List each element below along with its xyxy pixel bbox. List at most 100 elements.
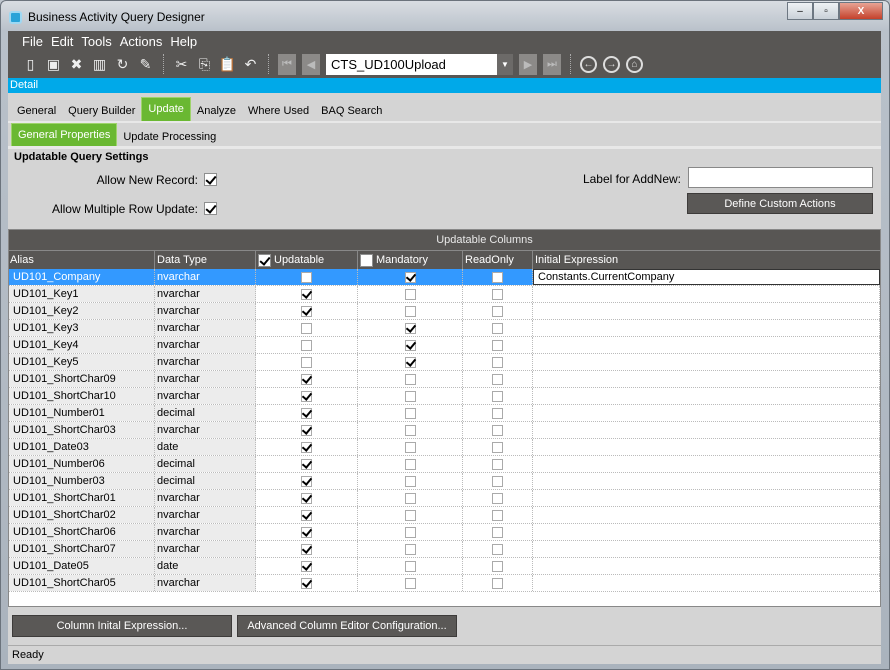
alias-cell[interactable]: UD101_ShortChar10 bbox=[9, 388, 155, 404]
updatable-cell[interactable] bbox=[256, 524, 358, 540]
close-button[interactable]: X bbox=[839, 2, 883, 20]
updatable-checkbox[interactable] bbox=[301, 271, 312, 283]
updatable-cell[interactable] bbox=[256, 456, 358, 472]
initial-expression-cell[interactable] bbox=[533, 439, 880, 455]
updatable-cell[interactable] bbox=[256, 371, 358, 387]
initial-expression-cell[interactable] bbox=[533, 524, 880, 540]
mandatory-checkbox[interactable] bbox=[404, 543, 416, 555]
updatable-cell[interactable] bbox=[256, 575, 358, 591]
alias-cell[interactable]: UD101_ShortChar02 bbox=[9, 507, 155, 523]
data-type-cell[interactable]: nvarchar bbox=[155, 507, 256, 523]
mandatory-cell[interactable] bbox=[358, 575, 463, 591]
updatable-checkbox[interactable] bbox=[301, 339, 312, 351]
updatable-checkbox[interactable] bbox=[301, 577, 312, 589]
mandatory-all-checkbox[interactable] bbox=[360, 253, 373, 267]
allow-new-record-checkbox[interactable] bbox=[204, 173, 217, 186]
mandatory-checkbox[interactable] bbox=[404, 305, 416, 317]
data-type-cell[interactable]: decimal bbox=[155, 473, 256, 489]
mandatory-cell[interactable] bbox=[358, 507, 463, 523]
data-type-cell[interactable]: nvarchar bbox=[155, 371, 256, 387]
updatable-cell[interactable] bbox=[256, 439, 358, 455]
mandatory-checkbox[interactable] bbox=[404, 424, 416, 436]
alias-cell[interactable]: UD101_ShortChar09 bbox=[9, 371, 155, 387]
data-type-cell[interactable]: nvarchar bbox=[155, 269, 256, 285]
updatable-cell[interactable] bbox=[256, 558, 358, 574]
readonly-checkbox[interactable] bbox=[492, 271, 503, 283]
mandatory-cell[interactable] bbox=[358, 388, 463, 404]
readonly-checkbox[interactable] bbox=[492, 441, 503, 453]
data-type-cell[interactable]: decimal bbox=[155, 405, 256, 421]
mandatory-checkbox[interactable] bbox=[404, 475, 416, 487]
data-type-cell[interactable]: nvarchar bbox=[155, 286, 256, 302]
updatable-cell[interactable] bbox=[256, 405, 358, 421]
updatable-cell[interactable] bbox=[256, 541, 358, 557]
alias-cell[interactable]: UD101_Company bbox=[9, 269, 155, 285]
mandatory-cell[interactable] bbox=[358, 269, 463, 285]
header-initial-expression[interactable]: Initial Expression bbox=[533, 251, 880, 269]
updatable-cell[interactable] bbox=[256, 269, 358, 285]
table-row[interactable]: UD101_ShortChar03 nvarchar bbox=[9, 422, 880, 439]
mandatory-checkbox[interactable] bbox=[404, 339, 416, 351]
initial-expression-cell[interactable] bbox=[533, 286, 880, 302]
mandatory-checkbox[interactable] bbox=[404, 390, 416, 402]
initial-expression-cell[interactable] bbox=[533, 405, 880, 421]
mandatory-cell[interactable] bbox=[358, 490, 463, 506]
updatable-cell[interactable] bbox=[256, 473, 358, 489]
mandatory-cell[interactable] bbox=[358, 354, 463, 370]
initial-expression-cell[interactable] bbox=[533, 490, 880, 506]
data-type-cell[interactable]: nvarchar bbox=[155, 575, 256, 591]
mandatory-checkbox[interactable] bbox=[404, 441, 416, 453]
readonly-checkbox[interactable] bbox=[492, 339, 503, 351]
table-row[interactable]: UD101_Company nvarchar Constants.CurrentCo… bbox=[9, 269, 880, 286]
tab-general-properties[interactable]: General Properties bbox=[11, 123, 118, 147]
readonly-checkbox[interactable] bbox=[492, 322, 503, 334]
readonly-checkbox[interactable] bbox=[492, 458, 503, 470]
alias-cell[interactable]: UD101_ShortChar01 bbox=[9, 490, 155, 506]
updatable-cell[interactable] bbox=[256, 507, 358, 523]
readonly-checkbox[interactable] bbox=[492, 288, 503, 300]
readonly-cell[interactable] bbox=[463, 422, 533, 438]
readonly-checkbox[interactable] bbox=[492, 543, 503, 555]
readonly-cell[interactable] bbox=[463, 524, 533, 540]
updatable-checkbox[interactable] bbox=[301, 526, 312, 538]
table-row[interactable]: UD101_Number03 decimal bbox=[9, 473, 880, 490]
updatable-checkbox[interactable] bbox=[301, 424, 312, 436]
updatable-checkbox[interactable] bbox=[301, 288, 312, 300]
initial-expression-cell[interactable] bbox=[533, 354, 880, 370]
updatable-checkbox[interactable] bbox=[301, 356, 312, 368]
tab-where-used[interactable]: Where Used bbox=[242, 101, 315, 121]
readonly-checkbox[interactable] bbox=[492, 475, 503, 487]
forward-icon[interactable]: → bbox=[603, 55, 620, 73]
mandatory-cell[interactable] bbox=[358, 456, 463, 472]
readonly-checkbox[interactable] bbox=[492, 373, 503, 385]
readonly-cell[interactable] bbox=[463, 558, 533, 574]
updatable-all-checkbox[interactable] bbox=[258, 253, 271, 267]
readonly-cell[interactable] bbox=[463, 303, 533, 319]
readonly-checkbox[interactable] bbox=[492, 560, 503, 572]
updatable-checkbox[interactable] bbox=[301, 305, 312, 317]
initial-expression-cell[interactable] bbox=[533, 456, 880, 472]
updatable-checkbox[interactable] bbox=[301, 509, 312, 521]
readonly-cell[interactable] bbox=[463, 405, 533, 421]
data-type-cell[interactable]: decimal bbox=[155, 456, 256, 472]
readonly-cell[interactable] bbox=[463, 286, 533, 302]
readonly-checkbox[interactable] bbox=[492, 305, 503, 317]
mandatory-checkbox[interactable] bbox=[404, 407, 416, 419]
column-initial-expression-button[interactable]: Column Inital Expression... bbox=[12, 615, 232, 637]
alias-cell[interactable]: UD101_Key3 bbox=[9, 320, 155, 336]
menu-file[interactable]: File bbox=[22, 34, 43, 49]
data-type-cell[interactable]: nvarchar bbox=[155, 337, 256, 353]
mandatory-checkbox[interactable] bbox=[404, 322, 416, 334]
mandatory-checkbox[interactable] bbox=[404, 492, 416, 504]
table-row[interactable]: UD101_ShortChar10 nvarchar bbox=[9, 388, 880, 405]
mandatory-checkbox[interactable] bbox=[404, 373, 416, 385]
header-alias[interactable]: Alias bbox=[9, 251, 155, 269]
delete-icon[interactable]: ▥ bbox=[91, 55, 108, 73]
menu-tools[interactable]: Tools bbox=[81, 34, 111, 49]
alias-cell[interactable]: UD101_Date03 bbox=[9, 439, 155, 455]
mandatory-checkbox[interactable] bbox=[404, 356, 416, 368]
mandatory-cell[interactable] bbox=[358, 303, 463, 319]
table-row[interactable]: UD101_Key2 nvarchar bbox=[9, 303, 880, 320]
mandatory-checkbox[interactable] bbox=[404, 577, 416, 589]
readonly-cell[interactable] bbox=[463, 456, 533, 472]
